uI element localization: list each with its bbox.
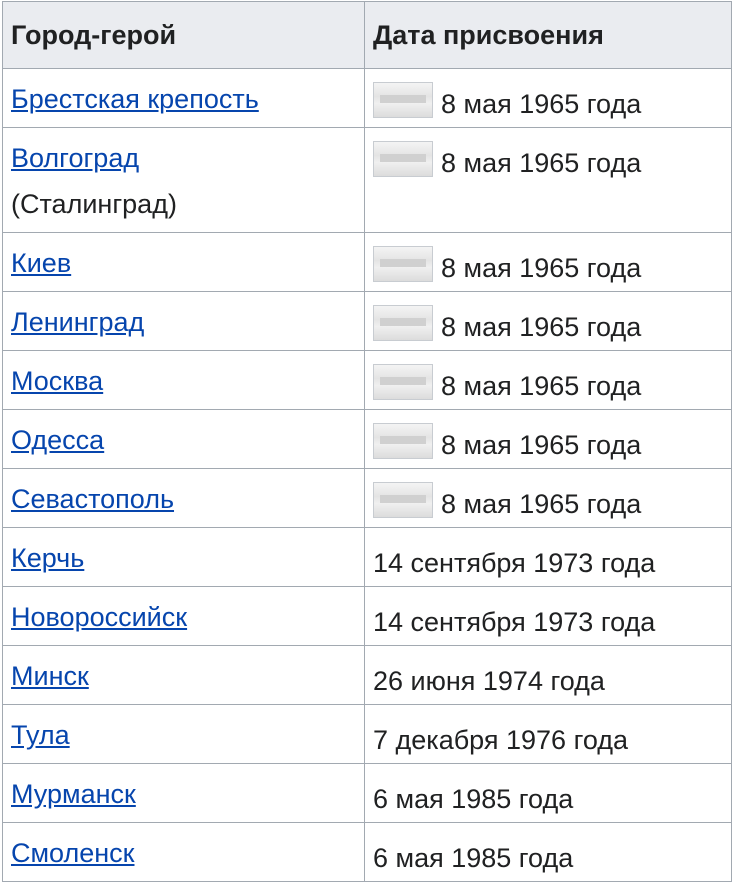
city-link[interactable]: Мурманск bbox=[11, 779, 136, 809]
table-row: Новороссийск 14 сентября 1973 года bbox=[2, 586, 732, 646]
table-row: Волгоград (Сталинград) 8 мая 1965 года bbox=[2, 127, 732, 233]
award-image-thumbnail[interactable] bbox=[373, 423, 433, 459]
city-link[interactable]: Севастополь bbox=[11, 484, 174, 514]
date-cell: 8 мая 1965 года bbox=[364, 68, 732, 128]
city-cell: Ленинград bbox=[2, 291, 365, 351]
date-cell: 8 мая 1965 года bbox=[364, 468, 732, 528]
award-image-thumbnail[interactable] bbox=[373, 482, 433, 518]
award-image-thumbnail[interactable] bbox=[373, 141, 433, 177]
table-row: Мурманск 6 мая 1985 года bbox=[2, 763, 732, 823]
city-link[interactable]: Волгоград bbox=[11, 143, 139, 173]
city-link[interactable]: Керчь bbox=[11, 543, 84, 573]
city-link[interactable]: Одесса bbox=[11, 425, 104, 455]
date-cell: 6 мая 1985 года bbox=[364, 822, 732, 882]
city-cell: Смоленск bbox=[2, 822, 365, 882]
city-cell: Киев bbox=[2, 232, 365, 292]
city-link[interactable]: Брестская крепость bbox=[11, 84, 259, 114]
award-date: 8 мая 1965 года bbox=[441, 89, 642, 119]
award-image-thumbnail[interactable] bbox=[373, 305, 433, 341]
award-date: 6 мая 1985 года bbox=[373, 843, 574, 873]
city-link[interactable]: Новороссийск bbox=[11, 602, 187, 632]
date-cell: 7 декабря 1976 года bbox=[364, 704, 732, 764]
city-link[interactable]: Тула bbox=[11, 720, 70, 750]
city-link[interactable]: Москва bbox=[11, 366, 103, 396]
city-cell: Керчь bbox=[2, 527, 365, 587]
award-date: 6 мая 1985 года bbox=[373, 784, 574, 814]
award-date: 8 мая 1965 года bbox=[441, 489, 642, 519]
column-header-city: Город-герой bbox=[2, 1, 365, 69]
table-body: Брестская крепость 8 мая 1965 года Волгогр… bbox=[2, 68, 732, 882]
table-row: Минск 26 июня 1974 года bbox=[2, 645, 732, 705]
award-date: 14 сентября 1973 года bbox=[373, 607, 656, 637]
city-link[interactable]: Смоленск bbox=[11, 838, 134, 868]
award-date: 8 мая 1965 года bbox=[441, 430, 642, 460]
city-cell: Одесса bbox=[2, 409, 365, 469]
date-cell: 6 мая 1985 года bbox=[364, 763, 732, 823]
city-cell: Севастополь bbox=[2, 468, 365, 528]
table-row: Тула 7 декабря 1976 года bbox=[2, 704, 732, 764]
city-link[interactable]: Ленинград bbox=[11, 307, 144, 337]
table-row: Севастополь 8 мая 1965 года bbox=[2, 468, 732, 528]
award-image-thumbnail[interactable] bbox=[373, 364, 433, 400]
table-row: Ленинград 8 мая 1965 года bbox=[2, 291, 732, 351]
date-cell: 8 мая 1965 года bbox=[364, 350, 732, 410]
city-cell: Москва bbox=[2, 350, 365, 410]
table-row: Смоленск 6 мая 1985 года bbox=[2, 822, 732, 882]
award-date: 8 мая 1965 года bbox=[441, 312, 642, 342]
date-cell: 8 мая 1965 года bbox=[364, 409, 732, 469]
date-cell: 14 сентября 1973 года bbox=[364, 527, 732, 587]
date-cell: 14 сентября 1973 года bbox=[364, 586, 732, 646]
city-cell: Брестская крепость bbox=[2, 68, 365, 128]
city-cell: Новороссийск bbox=[2, 586, 365, 646]
award-date: 7 декабря 1976 года bbox=[373, 725, 629, 755]
city-link[interactable]: Минск bbox=[11, 661, 89, 691]
column-header-date: Дата присвоения bbox=[364, 1, 732, 69]
award-image-thumbnail[interactable] bbox=[373, 246, 433, 282]
date-cell: 8 мая 1965 года bbox=[364, 232, 732, 292]
table-header-row: Город-герой Дата присвоения bbox=[2, 1, 732, 69]
table-row: Брестская крепость 8 мая 1965 года bbox=[2, 68, 732, 128]
city-link[interactable]: Киев bbox=[11, 248, 71, 278]
date-cell: 26 июня 1974 года bbox=[364, 645, 732, 705]
table-row: Керчь 14 сентября 1973 года bbox=[2, 527, 732, 587]
table-row: Киев 8 мая 1965 года bbox=[2, 232, 732, 292]
city-cell: Минск bbox=[2, 645, 365, 705]
hero-cities-table: Город-герой Дата присвоения Брестская кр… bbox=[2, 1, 732, 882]
award-date: 8 мая 1965 года bbox=[441, 371, 642, 401]
table-row: Москва 8 мая 1965 года bbox=[2, 350, 732, 410]
award-date: 8 мая 1965 года bbox=[441, 253, 642, 283]
date-cell: 8 мая 1965 года bbox=[364, 127, 732, 233]
city-cell: Мурманск bbox=[2, 763, 365, 823]
city-cell: Волгоград (Сталинград) bbox=[2, 127, 365, 233]
city-cell: Тула bbox=[2, 704, 365, 764]
city-former-name: (Сталинград) bbox=[11, 189, 177, 219]
date-cell: 8 мая 1965 года bbox=[364, 291, 732, 351]
table-row: Одесса 8 мая 1965 года bbox=[2, 409, 732, 469]
award-image-thumbnail[interactable] bbox=[373, 82, 433, 118]
award-date: 8 мая 1965 года bbox=[441, 148, 642, 178]
award-date: 14 сентября 1973 года bbox=[373, 548, 656, 578]
award-date: 26 июня 1974 года bbox=[373, 666, 605, 696]
